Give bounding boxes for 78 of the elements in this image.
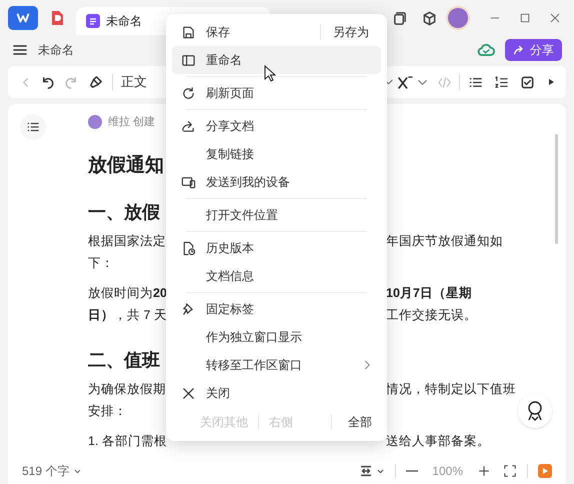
code-icon <box>436 74 452 90</box>
logo-icon <box>16 11 30 25</box>
paragraph-text: 工作交接无误。 <box>386 307 477 324</box>
document-icon <box>86 14 100 28</box>
superscript-icon <box>398 76 412 88</box>
menu-item[interactable]: 转移至工作区窗口 <box>172 351 381 379</box>
paragraph-text: 下： <box>88 256 114 270</box>
save-as-item[interactable]: 另存为 <box>321 18 381 46</box>
presentation-button[interactable] <box>538 464 552 478</box>
zoom-level: 100% <box>432 463 463 480</box>
section-heading: 二、值班 <box>88 349 160 372</box>
author-avatar <box>88 115 102 129</box>
minus-icon <box>406 470 418 472</box>
assistant-button[interactable] <box>518 394 552 428</box>
menu-item[interactable]: 保存 <box>172 18 320 46</box>
save-icon <box>180 24 196 40</box>
avatar[interactable] <box>448 8 468 28</box>
outline-button[interactable] <box>20 114 46 140</box>
paragraph-text: 送给人事部备案。 <box>386 433 490 450</box>
pin-icon <box>180 302 196 316</box>
document-heading: 放假通知 <box>88 154 164 178</box>
fullscreen-button[interactable] <box>503 464 517 478</box>
document-title: 未命名 <box>38 42 74 59</box>
refresh-icon <box>180 86 196 100</box>
paragraph-text: 10月7日（星期 <box>386 285 472 302</box>
format-painter-icon <box>88 74 102 90</box>
pages-icon <box>392 10 406 26</box>
menu-item[interactable]: 作为独立窗口显示 <box>172 323 381 351</box>
menu-item[interactable]: 重命名 <box>172 46 381 74</box>
app-logo-button[interactable] <box>8 6 38 30</box>
menu-item[interactable]: 复制链接 <box>172 140 381 168</box>
cloud-sync-button[interactable] <box>477 41 495 59</box>
menu-item[interactable]: 刷新页面 <box>172 79 381 107</box>
menu-item[interactable]: 固定标签 <box>172 295 381 323</box>
close-tabs-option[interactable]: 全部 <box>332 413 372 431</box>
play-icon <box>546 77 556 87</box>
menu-item[interactable]: 打开文件位置 <box>172 201 381 229</box>
paragraph-text: 年国庆节放假通知如 <box>386 233 503 250</box>
cube-icon <box>422 10 436 26</box>
paragraph-style-dropdown[interactable]: 正文 <box>121 72 147 92</box>
history-icon <box>180 240 196 256</box>
close-icon <box>180 386 196 400</box>
page-width-icon <box>359 464 374 478</box>
devices-icon <box>180 174 196 190</box>
redo-icon <box>64 74 78 90</box>
menu-item[interactable]: 发送到我的设备 <box>172 168 381 196</box>
menu-item[interactable]: 历史版本 <box>172 234 381 262</box>
menu-item[interactable]: 文档信息 <box>172 262 381 290</box>
rename-icon <box>180 52 196 68</box>
word-count-dropdown[interactable]: 519 个字 <box>22 462 82 480</box>
plus-icon <box>477 464 491 478</box>
paragraph-text: 1. 各部门需根 <box>88 434 167 448</box>
share-button[interactable]: 分享 <box>505 39 562 61</box>
paragraph-text: 为确保放假期 <box>88 382 166 396</box>
play-icon <box>538 464 552 478</box>
checkbox-icon <box>520 74 534 90</box>
menu-item[interactable]: 分享文档 <box>172 112 381 140</box>
document-icon <box>50 10 64 26</box>
cursor-icon <box>264 65 276 82</box>
section-heading: 一、放假 <box>88 201 160 224</box>
paragraph-text: 放假时间为20 <box>88 286 167 300</box>
share-icon <box>180 118 196 134</box>
numbered-list-icon <box>494 74 508 90</box>
fullscreen-icon <box>503 464 517 478</box>
menu-icon[interactable] <box>12 42 28 58</box>
zoom-in-button[interactable] <box>477 464 491 478</box>
outline-icon <box>26 120 40 134</box>
hamburger-icon <box>12 42 28 58</box>
page-width-button[interactable] <box>359 464 386 478</box>
paragraph-text: 日），共 7 天 <box>88 308 167 322</box>
paragraph-text: 情况，特制定以下值班 <box>386 381 516 398</box>
paragraph-text: 安排： <box>88 404 127 418</box>
cloud-check-icon <box>477 41 495 59</box>
close-icon <box>549 12 561 24</box>
paragraph-text: 根据国家法定 <box>88 234 166 248</box>
maximize-icon <box>519 12 531 24</box>
byline: 维拉 创建 <box>108 114 156 130</box>
menu-item[interactable]: 关闭 <box>172 379 381 407</box>
